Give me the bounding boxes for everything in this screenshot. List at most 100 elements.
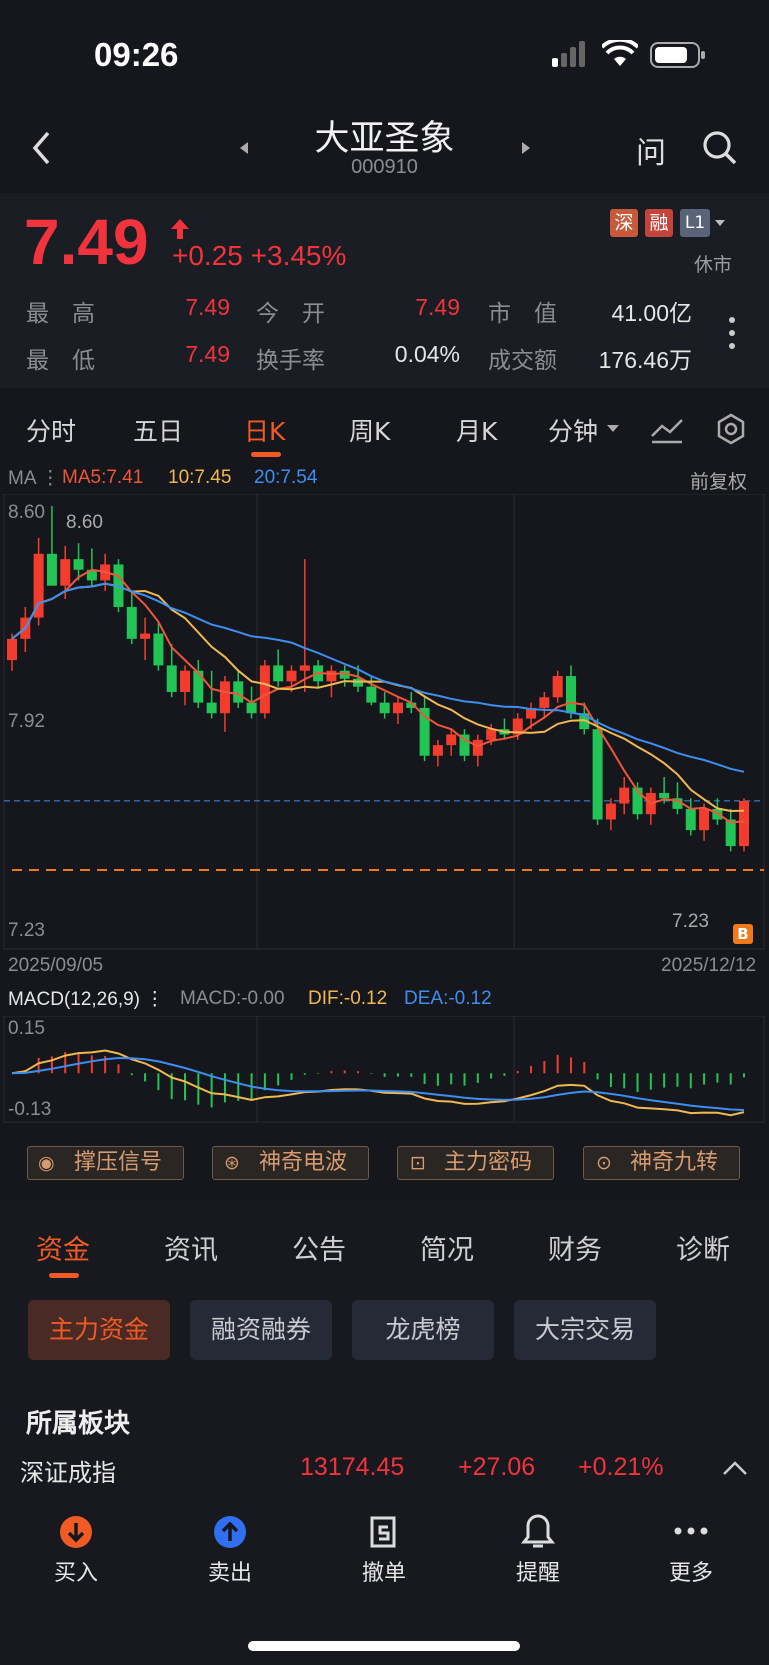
wave-icon: ⊛ xyxy=(224,1152,240,1174)
tab-weekly-k[interactable]: 周K xyxy=(349,412,390,448)
tab-diagnosis[interactable]: 诊断 xyxy=(676,1228,730,1267)
tab-daily-k[interactable]: 日K xyxy=(244,412,285,448)
macd-bars xyxy=(24,1052,745,1108)
turnover-value: 0.04% xyxy=(394,341,460,367)
buy-button[interactable]: 买入 xyxy=(26,1555,126,1587)
draw-line-icon[interactable] xyxy=(650,414,684,444)
signal-icon xyxy=(552,41,585,67)
candle-body xyxy=(392,702,403,714)
candle-body xyxy=(126,606,137,639)
home-indicator xyxy=(248,1641,520,1651)
battery-icon xyxy=(650,42,705,68)
high-marker: 8.60 xyxy=(66,512,103,533)
macd-y-high: 0.15 xyxy=(8,1018,45,1039)
cancel-order-button[interactable]: 撤单 xyxy=(334,1555,434,1587)
buy-icon[interactable] xyxy=(59,1515,93,1549)
kline-svg xyxy=(3,494,765,950)
search-icon[interactable] xyxy=(702,130,738,166)
open-value: 7.49 xyxy=(415,294,460,320)
chevron-up-icon[interactable] xyxy=(722,1460,748,1476)
tab-funds[interactable]: 资金 xyxy=(36,1228,90,1267)
ask-button[interactable]: 问 xyxy=(636,128,666,172)
info-tab-indicator xyxy=(49,1273,79,1278)
candle-body xyxy=(273,665,284,682)
candle-body xyxy=(7,638,17,661)
pill-dragon-tiger[interactable]: 龙虎榜 xyxy=(352,1300,494,1360)
pill-margin[interactable]: 融资融券 xyxy=(190,1300,332,1360)
candle-body xyxy=(552,676,563,698)
level-badge[interactable]: L1 xyxy=(680,209,710,237)
ma5-line xyxy=(11,568,745,824)
alert-button[interactable]: 提醒 xyxy=(488,1555,588,1587)
bell-icon[interactable] xyxy=(521,1513,555,1551)
tab-five-day[interactable]: 五日 xyxy=(133,412,183,448)
pill-main-funds[interactable]: 主力资金 xyxy=(28,1300,170,1360)
candle-body xyxy=(246,702,257,714)
up-arrow-icon xyxy=(171,219,189,239)
tab-intraday[interactable]: 分时 xyxy=(26,412,76,448)
price-change: +0.25 +3.45% xyxy=(172,240,347,271)
dea-line xyxy=(11,1056,745,1111)
macd-value: MACD:-0.00 xyxy=(180,988,285,1009)
cancel-order-icon[interactable] xyxy=(366,1515,400,1549)
market-state: 休市 xyxy=(694,254,733,276)
low-marker: 7.23 xyxy=(672,911,709,932)
tab-announcements[interactable]: 公告 xyxy=(292,1228,346,1267)
candle-body xyxy=(685,808,696,831)
candle-body xyxy=(166,665,177,692)
tab-monthly-k[interactable]: 月K xyxy=(456,412,497,448)
more-icon[interactable] xyxy=(674,1526,708,1536)
current-price: 7.49 xyxy=(24,206,149,278)
candle-body xyxy=(353,678,364,687)
chevron-down-icon[interactable] xyxy=(714,218,726,228)
candle-body xyxy=(286,670,297,682)
buy-marker[interactable]: B xyxy=(733,924,753,944)
sell-button[interactable]: 卖出 xyxy=(180,1555,280,1587)
candle-body xyxy=(699,808,710,831)
candle-body xyxy=(739,800,749,847)
y-tick-low: 7.23 xyxy=(8,920,45,941)
candle-body xyxy=(366,686,377,703)
sector-title: 所属板块 xyxy=(26,1409,131,1439)
candle-body xyxy=(46,553,57,586)
candle-body xyxy=(140,633,151,639)
candle-body xyxy=(193,670,204,703)
candle-body xyxy=(619,787,630,804)
candle-body xyxy=(60,559,71,586)
high-value: 7.49 xyxy=(185,294,230,320)
chevron-down-icon[interactable] xyxy=(606,424,620,434)
dea-value: DEA:-0.12 xyxy=(404,988,492,1009)
pill-block-trade[interactable]: 大宗交易 xyxy=(514,1300,656,1360)
sector-pct: +0.21% xyxy=(578,1453,664,1481)
settings-icon[interactable] xyxy=(714,412,748,446)
tab-finance[interactable]: 财务 xyxy=(548,1228,602,1267)
candle-body xyxy=(379,702,390,714)
candle-body xyxy=(446,734,457,746)
ma20-value: 20:7.54 xyxy=(254,467,318,488)
x-end-date: 2025/12/12 xyxy=(661,955,757,976)
candle-body xyxy=(539,697,550,708)
candle-body xyxy=(259,665,270,714)
market-badge: 深 xyxy=(610,209,638,237)
tab-profile[interactable]: 简况 xyxy=(420,1228,474,1267)
next-stock-icon[interactable] xyxy=(520,140,532,156)
margin-badge: 融 xyxy=(645,209,673,237)
candle-body xyxy=(592,729,603,820)
candle-body xyxy=(73,559,84,570)
lock-icon: ⊡ xyxy=(410,1152,426,1174)
sell-icon[interactable] xyxy=(213,1515,247,1549)
adjust-toggle[interactable]: 前复权 xyxy=(690,467,747,494)
candle-body xyxy=(659,792,670,799)
candle-body xyxy=(432,745,443,756)
candle-body xyxy=(472,739,483,756)
more-button[interactable]: 更多 xyxy=(641,1555,741,1587)
high-label: 最 高 xyxy=(26,301,95,327)
candle-body xyxy=(233,681,244,703)
more-vertical-icon[interactable] xyxy=(727,315,737,351)
tab-news[interactable]: 资讯 xyxy=(164,1228,218,1267)
sector-change: +27.06 xyxy=(458,1453,536,1481)
kline-ma-lines xyxy=(11,568,745,824)
status-time: 09:26 xyxy=(94,36,179,73)
tab-minute[interactable]: 分钟 xyxy=(548,412,598,448)
candle-body xyxy=(180,670,191,692)
